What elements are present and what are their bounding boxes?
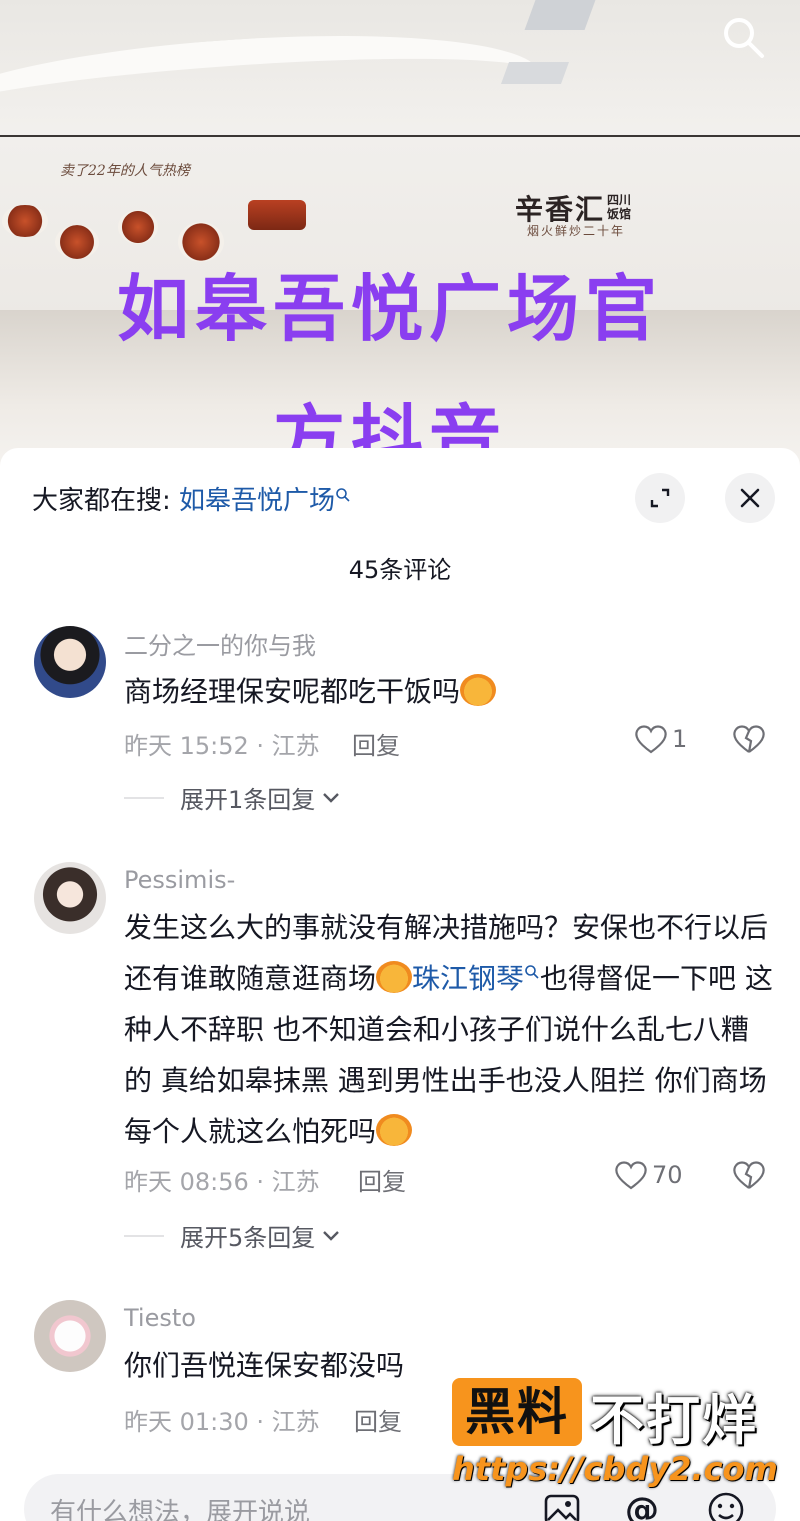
hot-search-prefix: 大家都在搜: bbox=[32, 486, 180, 516]
image-icon[interactable] bbox=[540, 1488, 584, 1521]
dish-image bbox=[2, 205, 48, 237]
expand-replies-button[interactable]: 展开5条回复 bbox=[124, 1218, 341, 1253]
crying-emoji-icon bbox=[460, 674, 497, 706]
sweat-emoji-icon bbox=[376, 961, 413, 993]
comment-username[interactable]: Tiesto bbox=[124, 1304, 196, 1332]
mention-icon[interactable]: @ bbox=[620, 1488, 664, 1521]
expand-icon bbox=[650, 488, 670, 508]
avatar[interactable] bbox=[34, 862, 106, 934]
close-button[interactable] bbox=[725, 473, 775, 523]
like-button[interactable]: 70 bbox=[614, 1160, 683, 1190]
fullscreen-button[interactable] bbox=[635, 473, 685, 523]
search-button[interactable] bbox=[718, 12, 768, 62]
expand-replies-label: 展开1条回复 bbox=[180, 786, 316, 814]
broken-heart-icon bbox=[733, 725, 765, 753]
heart-icon bbox=[635, 725, 667, 754]
dislike-button[interactable] bbox=[732, 724, 766, 758]
heart-icon bbox=[615, 1161, 647, 1190]
like-count: 1 bbox=[672, 725, 688, 753]
comment-username[interactable]: Pessimis- bbox=[124, 866, 235, 894]
divider-line bbox=[124, 796, 164, 799]
watermark-url: https://cbdy2.com bbox=[452, 1450, 778, 1488]
comment-meta: 昨天 08:56 · 江苏 bbox=[124, 1168, 320, 1196]
expand-replies-label: 展开5条回复 bbox=[180, 1224, 316, 1252]
expand-replies-button[interactable]: 展开1条回复 bbox=[124, 780, 341, 815]
comment-username[interactable]: 二分之一的你与我 bbox=[124, 626, 316, 661]
broken-heart-icon bbox=[733, 1161, 765, 1189]
chevron-down-icon bbox=[323, 1230, 340, 1241]
ceiling-vent bbox=[524, 0, 596, 30]
sweat-emoji-icon bbox=[376, 1114, 413, 1146]
dislike-button[interactable] bbox=[732, 1160, 766, 1194]
dish-image bbox=[248, 200, 306, 230]
reply-button[interactable]: 回复 bbox=[352, 726, 400, 761]
video-overlay-title: 如皋吾悦广场官 bbox=[116, 267, 663, 351]
restaurant-slogan: 烟火鲜炒二十年 bbox=[527, 224, 626, 238]
restaurant-badge: 四川饭馆 bbox=[607, 193, 632, 221]
comment-meta: 昨天 15:52 · 江苏 bbox=[124, 732, 320, 760]
chevron-down-icon bbox=[323, 792, 340, 803]
wall-menu-text: 卖了22年的人气热榜 bbox=[60, 163, 190, 179]
reply-button[interactable]: 回复 bbox=[358, 1162, 406, 1197]
search-link[interactable]: 珠江钢琴 bbox=[412, 962, 524, 995]
emoji-icon[interactable] bbox=[704, 1488, 748, 1521]
search-small-icon bbox=[525, 965, 539, 979]
search-icon bbox=[724, 18, 764, 58]
reply-button[interactable]: 回复 bbox=[354, 1402, 402, 1437]
hot-search-bar[interactable]: 大家都在搜: 如皋吾悦广场 bbox=[32, 480, 351, 517]
dish-image bbox=[118, 210, 158, 244]
watermark-text: 不打烊 bbox=[590, 1389, 758, 1452]
hot-search-link[interactable]: 如皋吾悦广场 bbox=[179, 486, 335, 516]
svg-text:@: @ bbox=[625, 1490, 659, 1521]
watermark-badge: 黑料 bbox=[452, 1378, 582, 1446]
like-count: 70 bbox=[652, 1161, 683, 1189]
avatar[interactable] bbox=[34, 626, 106, 698]
search-small-icon bbox=[336, 488, 350, 502]
avatar[interactable] bbox=[34, 1300, 106, 1372]
like-button[interactable]: 1 bbox=[634, 724, 687, 754]
divider-line bbox=[124, 1234, 164, 1237]
video-player[interactable]: 卖了22年的人气热榜 辛香汇 四川饭馆 烟火鲜炒二十年 如皋吾悦广场官 方抖音 bbox=[0, 0, 800, 470]
close-icon bbox=[740, 488, 760, 508]
comment-text: 发生这么大的事就没有解决措施吗？安保也不行以后还有谁敢随意逛商场 珠江钢琴 也得督促… bbox=[124, 902, 774, 1157]
comment-input-placeholder: 有什么想法，展开说说 bbox=[50, 1498, 311, 1521]
comment-text-body: 商场经理保安呢都吃干饭吗 bbox=[124, 675, 461, 708]
ceiling-vent bbox=[500, 62, 570, 84]
comment-count: 45条评论 bbox=[348, 556, 452, 584]
comment-meta: 昨天 01:30 · 江苏 bbox=[124, 1408, 320, 1436]
comment-text: 商场经理保安呢都吃干饭吗 bbox=[124, 666, 774, 717]
